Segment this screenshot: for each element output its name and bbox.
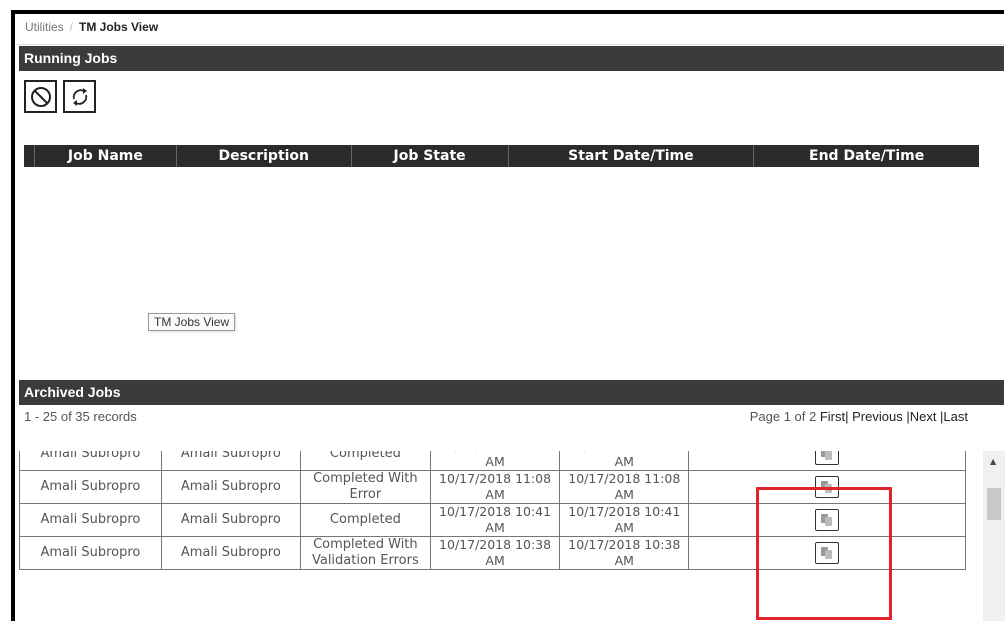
cell-end-datetime: 10/17/2018 10:38 AM: [559, 536, 690, 570]
cell-start-datetime: 10/17/2018 11:08 AM: [429, 470, 561, 504]
breadcrumb: Utilities / TM Jobs View: [25, 20, 158, 34]
cell-description: Amali Subropro: [160, 503, 301, 537]
running-jobs-grid-header: Job Name Description Job State Start Dat…: [24, 145, 979, 167]
document-icon: [825, 451, 833, 460]
highlight-box: [756, 487, 892, 620]
column-start-datetime[interactable]: Start Date/Time: [509, 145, 755, 167]
grid-header-lead: [24, 145, 35, 167]
table-row[interactable]: Amali SubroproAmali SubroproCompleted10/…: [19, 451, 966, 471]
cell-actions: [688, 451, 966, 471]
cell-description: Amali Subropro: [160, 451, 301, 471]
cell-job-name: Amali Subropro: [19, 536, 162, 570]
cell-end-datetime: 10/17/2018 11:08 AM: [559, 470, 690, 504]
cell-end-datetime: 10/17/2018 11:11AM: [559, 451, 690, 471]
cell-job-name: Amali Subropro: [19, 451, 162, 471]
refresh-button[interactable]: [63, 80, 97, 113]
cell-job-state: Completed With Error: [299, 470, 431, 504]
scroll-thumb[interactable]: [987, 488, 1001, 520]
records-count: 1 - 25 of 35 records: [24, 409, 137, 424]
cell-job-name: Amali Subropro: [19, 503, 162, 537]
cell-job-state: Completed: [299, 451, 431, 471]
cell-description: Amali Subropro: [160, 536, 301, 570]
running-jobs-toolbar: [24, 80, 98, 116]
archived-jobs-header: Archived Jobs: [19, 380, 1004, 405]
page-indicator: Page 1 of 2: [749, 409, 817, 424]
breadcrumb-current: TM Jobs View: [79, 20, 159, 34]
cell-job-state: Completed: [299, 503, 431, 537]
cancel-job-button[interactable]: [24, 80, 57, 113]
tooltip: TM Jobs View: [148, 313, 236, 331]
cell-job-state: Completed With Validation Errors: [299, 536, 431, 570]
cell-start-datetime: 10/17/2018 11:11AM: [429, 451, 561, 471]
cell-start-datetime: 10/17/2018 10:38 AM: [429, 536, 561, 570]
column-end-datetime[interactable]: End Date/Time: [754, 145, 979, 167]
cancel-icon: [31, 87, 51, 107]
column-job-state[interactable]: Job State: [352, 145, 509, 167]
archived-pager-bar: 1 - 25 of 35 records Page 1 of 2 First| …: [19, 405, 1004, 431]
last-page-link[interactable]: Last: [943, 409, 968, 424]
breadcrumb-parent[interactable]: Utilities: [25, 20, 64, 34]
cell-job-name: Amali Subropro: [19, 470, 162, 504]
breadcrumb-separator: /: [69, 20, 74, 34]
running-jobs-header: Running Jobs: [19, 46, 1004, 71]
view-details-button[interactable]: [815, 451, 840, 465]
first-page-link[interactable]: First|: [820, 409, 849, 424]
column-description[interactable]: Description: [177, 145, 352, 167]
cell-end-datetime: 10/17/2018 10:41 AM: [559, 503, 690, 537]
pager: Page 1 of 2 First| Previous |Next |Last: [750, 409, 968, 424]
column-job-name[interactable]: Job Name: [35, 145, 177, 167]
cell-description: Amali Subropro: [160, 470, 301, 504]
scroll-up-arrow[interactable]: ▲: [990, 457, 996, 466]
next-page-link[interactable]: Next |: [910, 409, 944, 424]
breadcrumb-divider: [15, 44, 1004, 45]
cell-start-datetime: 10/17/2018 10:41 AM: [429, 503, 561, 537]
refresh-icon: [73, 88, 88, 106]
archived-scrollbar[interactable]: ▲: [983, 451, 1005, 621]
previous-page-link[interactable]: Previous |: [852, 409, 910, 424]
